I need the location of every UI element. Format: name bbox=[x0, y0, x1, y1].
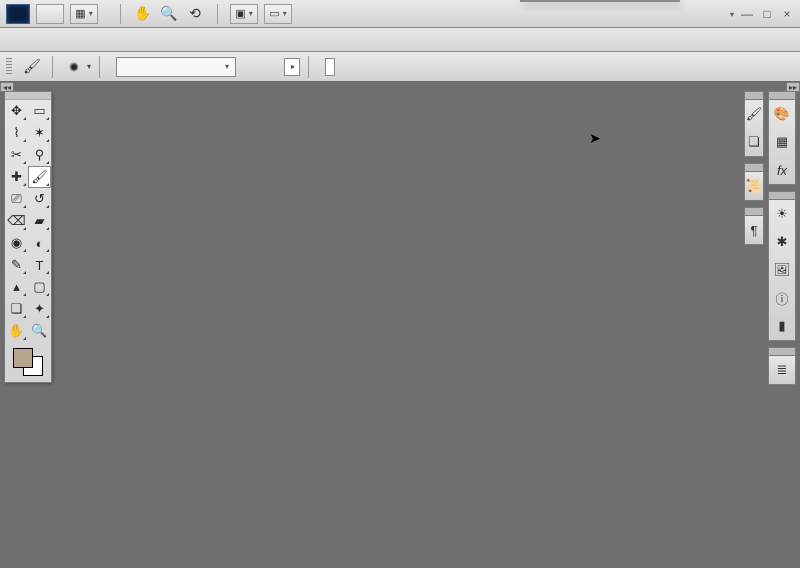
tool-marquee[interactable]: ▭ bbox=[28, 100, 51, 122]
tool-healing[interactable]: ✚ bbox=[5, 166, 28, 188]
tool-gradient[interactable]: ▰ bbox=[28, 210, 51, 232]
separator bbox=[217, 4, 218, 24]
tool-3d[interactable]: ❏ bbox=[5, 298, 28, 320]
brush-preset-picker[interactable]: ▾ bbox=[69, 62, 91, 72]
tool-crop[interactable]: ✂ bbox=[5, 144, 28, 166]
tool-stamp[interactable]: ⎚ bbox=[5, 188, 28, 210]
panel-tab[interactable] bbox=[768, 347, 796, 355]
tool-dodge[interactable]: ◐ bbox=[28, 232, 51, 254]
panel-dock-left: 🖌 ❏ 📜 ¶ bbox=[744, 91, 764, 251]
close-button[interactable]: × bbox=[780, 7, 794, 21]
brush-preview-icon bbox=[69, 62, 79, 72]
zoom-tool-icon[interactable]: 🔍 bbox=[159, 4, 179, 24]
tool-pen[interactable]: ✎ bbox=[5, 254, 28, 276]
panel-tab[interactable] bbox=[768, 191, 796, 199]
blend-mode-select[interactable] bbox=[116, 57, 236, 77]
tool-hand[interactable]: ✋ bbox=[5, 320, 28, 342]
application-bar: ▦ ✋ 🔍 ⟲ ▣ ▭ — □ × bbox=[0, 0, 800, 28]
tools-panel: ✥ ▭ ⌇ ✶ ✂ ⚲ ✚ 🖌 ⎚ ↺ ⌫ ▰ ◉ ◐ ✎ T ▴ ▢ ❏ ✦ … bbox=[4, 91, 52, 383]
gripper[interactable] bbox=[6, 58, 12, 76]
panel-tab[interactable] bbox=[744, 163, 764, 171]
tool-eyedropper[interactable]: ⚲ bbox=[28, 144, 51, 166]
menu-bar bbox=[0, 28, 800, 52]
arrange-documents-button[interactable]: ▣ bbox=[230, 4, 258, 24]
minimize-button[interactable]: — bbox=[740, 7, 754, 21]
histogram-panel-icon[interactable]: ▮ bbox=[772, 316, 792, 336]
tool-blur[interactable]: ◉ bbox=[5, 232, 28, 254]
color-swatches bbox=[5, 342, 51, 382]
opacity-input[interactable]: ▸ bbox=[284, 58, 300, 76]
tool-quick-select[interactable]: ✶ bbox=[28, 122, 51, 144]
fenster-menu-dropdown bbox=[520, 0, 680, 2]
hand-tool-icon[interactable]: ✋ bbox=[133, 4, 153, 24]
tool-shape[interactable]: ▢ bbox=[28, 276, 51, 298]
panel-drag-handle[interactable] bbox=[5, 92, 51, 100]
brush-tool-icon[interactable]: 🖌 bbox=[20, 56, 44, 78]
panel-tab[interactable] bbox=[744, 91, 764, 99]
history-panel-icon[interactable]: 📜 bbox=[744, 176, 764, 196]
layers-panel-icon[interactable]: ≣ bbox=[772, 360, 792, 380]
tool-move[interactable]: ✥ bbox=[5, 100, 28, 122]
tool-zoom[interactable]: 🔍 bbox=[28, 320, 51, 342]
info-panel-icon[interactable]: ⓘ bbox=[772, 288, 792, 308]
tool-history-brush[interactable]: ↺ bbox=[28, 188, 51, 210]
cursor-icon: ➤ bbox=[589, 130, 601, 147]
maximize-button[interactable]: □ bbox=[760, 7, 774, 21]
tool-path-select[interactable]: ▴ bbox=[5, 276, 28, 298]
swatches-panel-icon[interactable]: ▦ bbox=[772, 132, 792, 152]
tool-eraser[interactable]: ⌫ bbox=[5, 210, 28, 232]
tool-brush[interactable]: 🖌 bbox=[28, 166, 51, 188]
adjustments-panel-icon[interactable]: ☀ bbox=[772, 204, 792, 224]
flow-input[interactable] bbox=[325, 58, 335, 76]
styles-panel-icon[interactable]: fx bbox=[772, 160, 792, 180]
separator bbox=[120, 4, 121, 24]
tool-type[interactable]: T bbox=[28, 254, 51, 276]
panel-dock-right: 🎨 ▦ fx ☀ ✱ 🖼 ⓘ ▮ ≣ bbox=[768, 91, 796, 391]
masks-panel-icon[interactable]: ✱ bbox=[772, 232, 792, 252]
photoshop-logo-icon bbox=[6, 4, 30, 24]
options-bar: 🖌 ▾ ▸ bbox=[0, 52, 800, 82]
rotate-view-icon[interactable]: ⟲ bbox=[185, 4, 205, 24]
clone-source-panel-icon[interactable]: ❏ bbox=[744, 132, 764, 152]
screen-mode-button[interactable]: ▭ bbox=[264, 4, 292, 24]
separator bbox=[308, 56, 309, 78]
navigator-panel-icon[interactable]: 🖼 bbox=[772, 260, 792, 280]
brush-panel-icon[interactable]: 🖌 bbox=[744, 104, 764, 124]
bridge-button[interactable] bbox=[36, 4, 64, 24]
tool-lasso[interactable]: ⌇ bbox=[5, 122, 28, 144]
character-panel-icon[interactable]: ¶ bbox=[744, 220, 764, 240]
foreground-color-swatch[interactable] bbox=[13, 348, 33, 368]
color-panel-icon[interactable]: 🎨 bbox=[772, 104, 792, 124]
tool-3d-camera[interactable]: ✦ bbox=[28, 298, 51, 320]
workspace-switcher[interactable] bbox=[730, 8, 734, 20]
separator bbox=[99, 56, 100, 78]
view-extras-button[interactable]: ▦ bbox=[70, 4, 98, 24]
panel-tab[interactable] bbox=[744, 207, 764, 215]
panel-tab[interactable] bbox=[768, 91, 796, 99]
separator bbox=[52, 56, 53, 78]
